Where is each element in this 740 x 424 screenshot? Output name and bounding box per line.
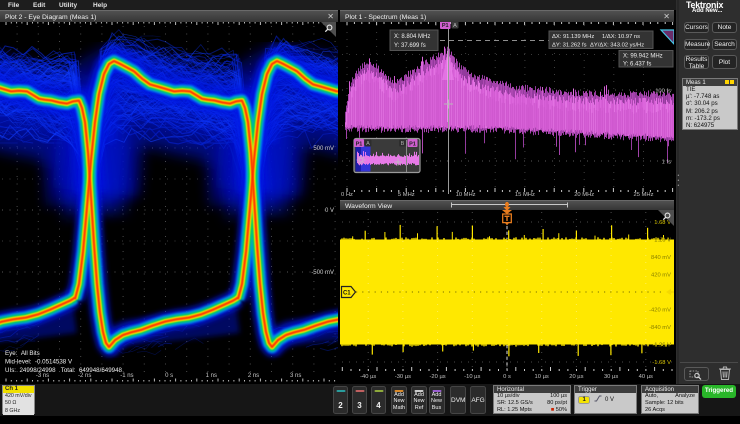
svg-text:1.26 V: 1.26 V [654,238,671,244]
svg-text:-20 µs: -20 µs [429,374,445,380]
svg-text:-420 mV: -420 mV [649,308,671,314]
svg-text:ΔY: 31.262 fs: ΔY: 31.262 fs [552,43,587,49]
svg-text:40 µs: 40 µs [639,374,653,380]
svg-text:3 ns: 3 ns [290,373,301,379]
svg-text:A: A [453,23,457,29]
svg-text:30 µs: 30 µs [604,374,618,380]
svg-text:X: 99.942 MHz: X: 99.942 MHz [623,54,663,60]
svg-text:Mid-level: -0.0514538 V: Mid-level: -0.0514538 V [5,359,73,366]
svg-text:0 s: 0 s [165,373,173,379]
svg-text:X: 8.804 MHz: X: 8.804 MHz [394,34,430,40]
svg-text:100 fs: 100 fs [655,89,671,95]
svg-text:2 ns: 2 ns [248,373,259,379]
svg-text:-840 mV: -840 mV [649,325,671,331]
svg-text:Eye: All Bits: Eye: All Bits [5,350,40,357]
svg-text:-500 mV: -500 mV [311,270,334,276]
svg-text:ΔX: 91.139 MHz: ΔX: 91.139 MHz [552,34,594,40]
svg-text:-40 µs: -40 µs [360,374,376,380]
svg-text:Y: 37.699 fs: Y: 37.699 fs [394,43,426,49]
svg-text:-1.68 V: -1.68 V [652,360,671,366]
svg-text:1.68 V: 1.68 V [654,220,671,226]
svg-text:10 µs: 10 µs [535,374,549,380]
svg-text:P1: P1 [356,142,363,148]
svg-text:20 µs: 20 µs [569,374,583,380]
svg-text:1 fs: 1 fs [662,160,671,166]
svg-text:A: A [366,141,370,147]
svg-text:0 s: 0 s [503,374,511,380]
svg-text:P1: P1 [442,23,449,29]
svg-text:ΔY/ΔX: 343.02 ys/Hz: ΔY/ΔX: 343.02 ys/Hz [590,43,644,49]
svg-text:C1: C1 [343,291,351,297]
svg-text:B: B [401,141,405,147]
svg-text:840 mV: 840 mV [651,255,671,261]
svg-text:-10 µs: -10 µs [464,374,480,380]
svg-text:P1: P1 [409,142,416,148]
svg-text:UIs: 24998/24998 Total: 64: UIs: 24998/24998 Total: 649948/649948 [5,367,123,374]
svg-text:-30 µs: -30 µs [395,374,411,380]
svg-text:500 mV: 500 mV [313,146,334,152]
svg-text:420 mV: 420 mV [651,273,671,279]
svg-text:1 ns: 1 ns [206,373,217,379]
svg-text:Y: 6.437 fs: Y: 6.437 fs [623,62,651,68]
svg-text:-1 ns: -1 ns [120,373,133,379]
svg-text:0 V: 0 V [325,208,334,214]
svg-text:1/ΔX: 10.97 ns: 1/ΔX: 10.97 ns [602,34,640,40]
svg-text:-1.26 V: -1.26 V [652,343,671,349]
